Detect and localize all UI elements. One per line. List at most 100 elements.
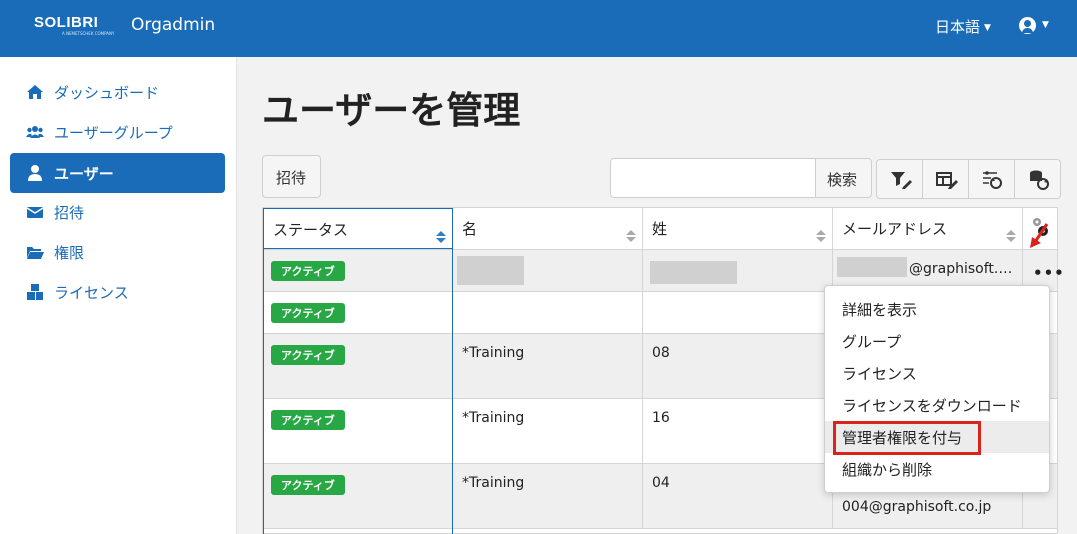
status-badge: アクティブ <box>271 261 345 281</box>
email: 004@graphisoft.co.jp <box>842 499 992 515</box>
status-badge: アクティブ <box>271 345 345 365</box>
filter-edit-button[interactable] <box>876 159 923 199</box>
column-edit-button[interactable] <box>922 159 969 199</box>
column-header-email[interactable]: メールアドレス <box>833 208 1023 249</box>
sidebar-item-label: ユーザー <box>54 165 114 183</box>
top-navbar: SOLIBRI A NEMETSCHEK COMPANY Orgadmin 日本… <box>0 0 1077 57</box>
menu-item-label: 詳細を表示 <box>842 301 918 319</box>
menu-item-label: ライセンスをダウンロード <box>842 397 1022 415</box>
database-refresh-button[interactable] <box>1014 159 1061 199</box>
filter-reset-icon <box>983 171 1002 189</box>
menu-item-view-details[interactable]: 詳細を表示 <box>825 293 1049 325</box>
last-name: 08 <box>652 345 670 361</box>
status-cell: アクティブ <box>263 464 453 528</box>
invite-button[interactable]: 招待 <box>262 155 321 198</box>
menu-item-licenses[interactable]: ライセンス <box>825 357 1049 389</box>
sidebar-item-label: 権限 <box>54 244 85 262</box>
last-name: 04 <box>652 475 670 491</box>
status-cell: アクティブ <box>263 250 453 291</box>
sort-icon <box>436 231 446 245</box>
sidebar-item-label: ダッシュボード <box>54 84 160 102</box>
page-title: ユーザーを管理 <box>262 89 521 132</box>
first-name-cell: *Training <box>453 334 643 398</box>
search-input[interactable] <box>610 158 816 198</box>
sidebar-item-licenses[interactable]: ライセンス <box>10 272 225 312</box>
invite-button-label: 招待 <box>276 169 307 187</box>
sidebar-item-invitations[interactable]: 招待 <box>10 192 225 232</box>
sidebar: ダッシュボード ユーザーグループ ユーザー 招待 権限 ライセンス <box>0 57 237 534</box>
menu-item-label: 管理者権限を付与 <box>842 429 963 447</box>
user-circle-icon <box>1019 17 1036 34</box>
chevron-down-icon: ▼ <box>1042 20 1049 30</box>
email: @graphisoft.… <box>909 261 1013 277</box>
envelope-icon <box>26 207 44 218</box>
last-name-cell <box>643 250 833 291</box>
sidebar-item-users[interactable]: ユーザー <box>10 153 225 193</box>
sidebar-item-dashboard[interactable]: ダッシュボード <box>10 72 225 112</box>
last-name-cell: 16 <box>643 399 833 463</box>
first-name-cell: *Training <box>453 399 643 463</box>
first-name: *Training <box>462 410 525 426</box>
status-badge: アクティブ <box>271 410 345 430</box>
sidebar-item-label: ライセンス <box>54 284 129 302</box>
last-name-cell: 08 <box>643 334 833 398</box>
redacted-block <box>651 302 706 322</box>
status-cell: アクティブ <box>263 399 453 463</box>
table-row <box>263 528 1057 534</box>
app-name[interactable]: Orgadmin <box>131 15 215 35</box>
language-label: 日本語 <box>935 18 981 36</box>
sort-icon <box>1006 230 1016 244</box>
sidebar-item-label: 招待 <box>54 204 85 222</box>
row-actions-menu: 詳細を表示 グループ ライセンス ライセンスをダウンロード 管理者権限を付与 組… <box>824 285 1050 493</box>
column-header-last-name[interactable]: 姓 <box>643 208 833 249</box>
search-button[interactable]: 検索 <box>815 158 872 198</box>
column-header-first-name[interactable]: 名 <box>453 208 643 249</box>
filter-edit-icon <box>891 172 912 189</box>
sidebar-item-permissions[interactable]: 権限 <box>10 232 225 272</box>
menu-item-remove-from-org[interactable]: 組織から削除 <box>825 453 1049 485</box>
redacted-block <box>457 256 524 285</box>
column-header-label: 姓 <box>652 220 668 238</box>
more-actions-button[interactable]: ••• <box>1033 264 1065 282</box>
status-cell: アクティブ <box>263 292 453 333</box>
menu-item-grant-admin[interactable]: 管理者権限を付与 <box>825 421 1049 455</box>
redacted-block <box>650 261 737 284</box>
chevron-down-icon: ▼ <box>984 22 991 33</box>
column-header-label: ステータス <box>273 221 349 239</box>
logo-subtitle: A NEMETSCHEK COMPANY <box>62 31 115 36</box>
sort-icon <box>816 230 826 244</box>
sort-icon <box>626 230 636 244</box>
user-menu-dropdown[interactable]: ▼ <box>1019 15 1053 37</box>
menu-item-label: ライセンス <box>842 365 917 383</box>
column-header-label: 名 <box>462 220 478 238</box>
first-name: *Training <box>462 345 525 361</box>
menu-item-groups[interactable]: グループ <box>825 325 1049 357</box>
database-refresh-icon <box>1030 170 1049 190</box>
menu-item-download-license[interactable]: ライセンスをダウンロード <box>825 389 1049 421</box>
last-name-cell: 04 <box>643 464 833 528</box>
column-header-status[interactable]: ステータス <box>263 208 453 249</box>
column-edit-icon <box>936 172 958 189</box>
users-icon <box>26 126 44 138</box>
folder-open-icon <box>27 247 44 259</box>
first-name-cell <box>453 250 643 291</box>
home-icon <box>27 85 43 99</box>
status-badge: アクティブ <box>271 475 345 495</box>
filter-reset-button[interactable] <box>968 159 1015 199</box>
status-badge: アクティブ <box>271 303 345 323</box>
boxes-icon <box>27 284 43 300</box>
language-dropdown[interactable]: 日本語 ▼ <box>935 16 991 37</box>
sidebar-item-label: ユーザーグループ <box>54 124 173 142</box>
sidebar-item-user-groups[interactable]: ユーザーグループ <box>10 112 225 152</box>
user-icon <box>28 165 42 181</box>
first-name-cell: *Training <box>453 464 643 528</box>
solibri-logo[interactable]: SOLIBRI <box>34 14 98 31</box>
status-cell: アクティブ <box>263 334 453 398</box>
redacted-block <box>837 257 907 277</box>
column-header-label: メールアドレス <box>842 220 948 238</box>
menu-item-label: グループ <box>842 333 902 351</box>
last-name: 16 <box>652 410 670 426</box>
search-button-label: 検索 <box>827 171 858 189</box>
menu-item-label: 組織から削除 <box>842 461 933 479</box>
first-name: *Training <box>462 475 525 491</box>
